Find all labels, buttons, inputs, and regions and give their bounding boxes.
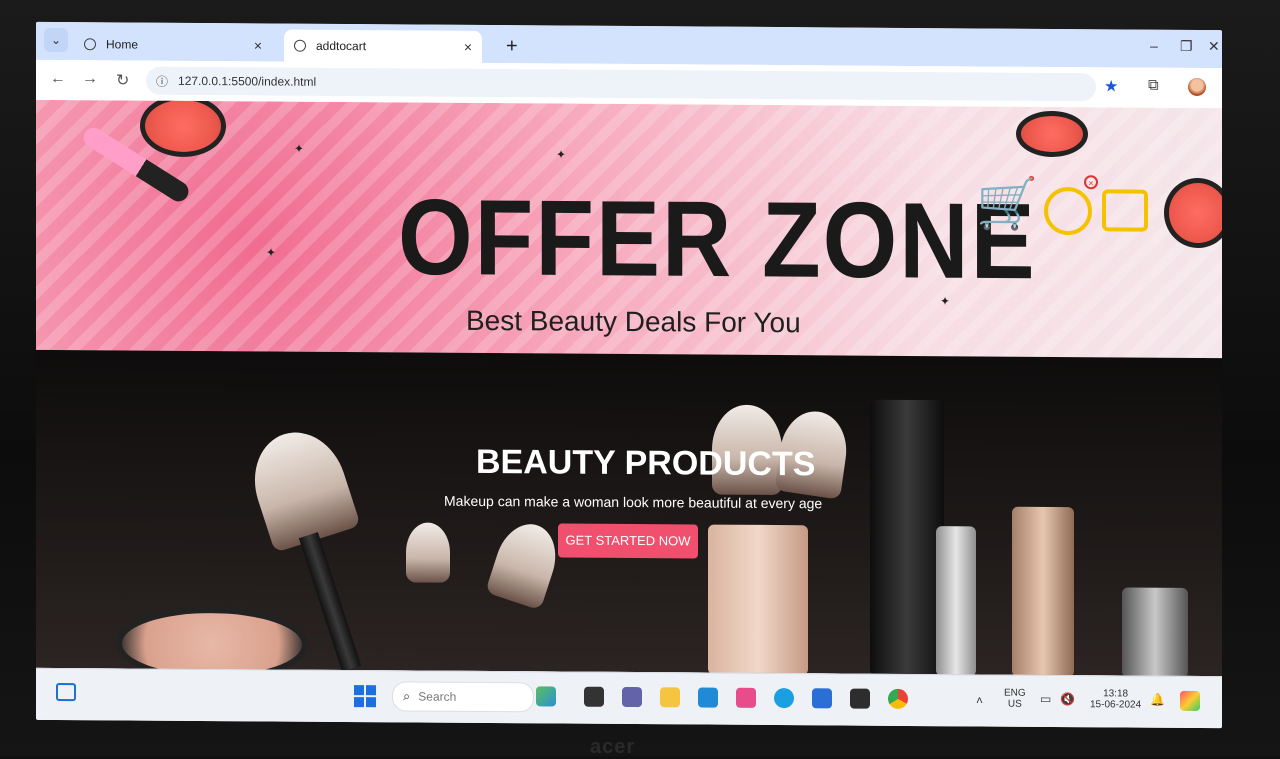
hero-title: BEAUTY PRODUCTS <box>476 442 816 484</box>
widgets-scene-icon[interactable] <box>536 686 556 707</box>
windows-taskbar: ⌕ Search ˄ ENG US ▭ 🔇 13:18 15-06-2024 🔔 <box>36 667 1222 729</box>
tray-overflow-icon[interactable]: ˄ <box>976 693 983 707</box>
file-explorer-icon[interactable] <box>660 687 680 708</box>
tab-title: addtocart <box>316 38 367 54</box>
copilot-icon[interactable] <box>1180 690 1200 711</box>
restore-icon[interactable]: ❐ <box>1180 38 1193 55</box>
sparkle-icon: ✦ <box>266 245 277 260</box>
brush-handle-image <box>298 532 362 672</box>
blush-compact-image <box>1164 177 1222 249</box>
globe-icon <box>294 39 306 52</box>
network-icon[interactable]: ▭ <box>1040 692 1051 706</box>
monitor-screen: ⌄ Home × addtocart × + – ❐ ✕ ← → ↻ ⓘ 127… <box>36 21 1222 729</box>
tab-search-icon[interactable]: ⌄ <box>44 27 68 53</box>
hero-section: BEAUTY PRODUCTS Makeup can make a woman … <box>36 349 1222 677</box>
tab-title: Home <box>106 37 139 52</box>
clock[interactable]: 13:18 15-06-2024 <box>1090 688 1141 710</box>
globe-icon <box>84 38 96 51</box>
start-menu-icon[interactable] <box>354 685 376 708</box>
clock-time: 13:18 <box>1103 688 1129 700</box>
extensions-icon[interactable]: ⧉ <box>1148 77 1159 94</box>
url-text: 127.0.0.1:5500/index.html <box>178 73 317 89</box>
close-window-icon[interactable]: ✕ <box>1208 38 1220 55</box>
back-arrow-icon[interactable]: ← <box>50 70 66 88</box>
hero-tagline: Makeup can make a woman look more beauti… <box>444 492 823 512</box>
language-indicator[interactable]: ENG US <box>1004 688 1026 710</box>
tab-addtocart[interactable]: addtocart × <box>284 29 482 63</box>
vscode-icon[interactable] <box>698 687 718 708</box>
makeup-brush-image <box>406 522 450 583</box>
highlight-circle[interactable] <box>1044 186 1092 236</box>
page-viewport: ✦ ✦ ✦ ✦ OFFER ZONE Best Beauty Deals For… <box>36 99 1222 677</box>
lipstick-tube-image <box>870 399 944 677</box>
chrome-icon[interactable] <box>888 688 908 709</box>
banner-title: OFFER ZONE <box>398 177 1037 302</box>
get-started-button[interactable]: GET STARTED NOW <box>558 523 698 559</box>
reload-icon[interactable]: ↻ <box>116 70 129 90</box>
close-tab-icon[interactable]: × <box>464 39 472 55</box>
foundation-bottle-image <box>708 524 808 676</box>
close-tab-icon[interactable]: × <box>254 37 262 53</box>
taskbar-search[interactable]: ⌕ Search <box>392 681 534 713</box>
language-code: ENG <box>1004 687 1026 699</box>
widgets-icon[interactable] <box>56 682 76 702</box>
clock-date: 15-06-2024 <box>1090 699 1142 711</box>
highlight-square[interactable] <box>1102 189 1148 232</box>
sparkle-icon: ✦ <box>294 141 305 156</box>
bookmark-star-icon[interactable]: ★ <box>1104 76 1118 96</box>
volume-muted-icon[interactable]: 🔇 <box>1060 692 1075 706</box>
teams-icon[interactable] <box>622 686 642 708</box>
task-view-icon[interactable] <box>584 686 604 707</box>
concealer-tube-image <box>936 526 976 677</box>
edge-icon[interactable] <box>774 688 794 709</box>
terminal-icon[interactable] <box>850 688 870 709</box>
powder-compact-image <box>116 606 308 677</box>
address-bar[interactable]: ⓘ 127.0.0.1:5500/index.html <box>146 66 1096 102</box>
makeup-brush-image <box>241 420 361 553</box>
search-placeholder: Search <box>418 689 457 704</box>
forward-arrow-icon[interactable]: → <box>82 70 98 88</box>
remove-icon[interactable]: × <box>1084 175 1098 190</box>
sparkle-icon: ✦ <box>556 147 567 162</box>
cart-icon[interactable]: 🛒 <box>976 174 1038 231</box>
cosmetic-jar-image <box>1122 587 1188 677</box>
region-code: US <box>1007 698 1022 710</box>
profile-avatar[interactable] <box>1188 77 1206 97</box>
search-icon: ⌕ <box>403 688 411 704</box>
offer-banner: ✦ ✦ ✦ ✦ OFFER ZONE Best Beauty Deals For… <box>36 99 1222 359</box>
store-icon[interactable] <box>812 688 832 709</box>
snipping-tool-icon[interactable] <box>736 687 756 708</box>
blush-compact-image <box>140 99 226 158</box>
tab-home[interactable]: Home × <box>74 28 272 61</box>
new-tab-button[interactable]: + <box>506 35 518 58</box>
notification-bell-icon[interactable]: 🔔 <box>1150 693 1165 707</box>
foundation-bottle-image <box>1012 506 1074 677</box>
makeup-brush-image <box>485 516 565 611</box>
banner-subtitle: Best Beauty Deals For You <box>466 304 801 339</box>
minimize-icon[interactable]: – <box>1150 38 1158 54</box>
site-info-icon[interactable]: ⓘ <box>156 72 168 89</box>
blush-compact-image <box>1016 110 1088 158</box>
